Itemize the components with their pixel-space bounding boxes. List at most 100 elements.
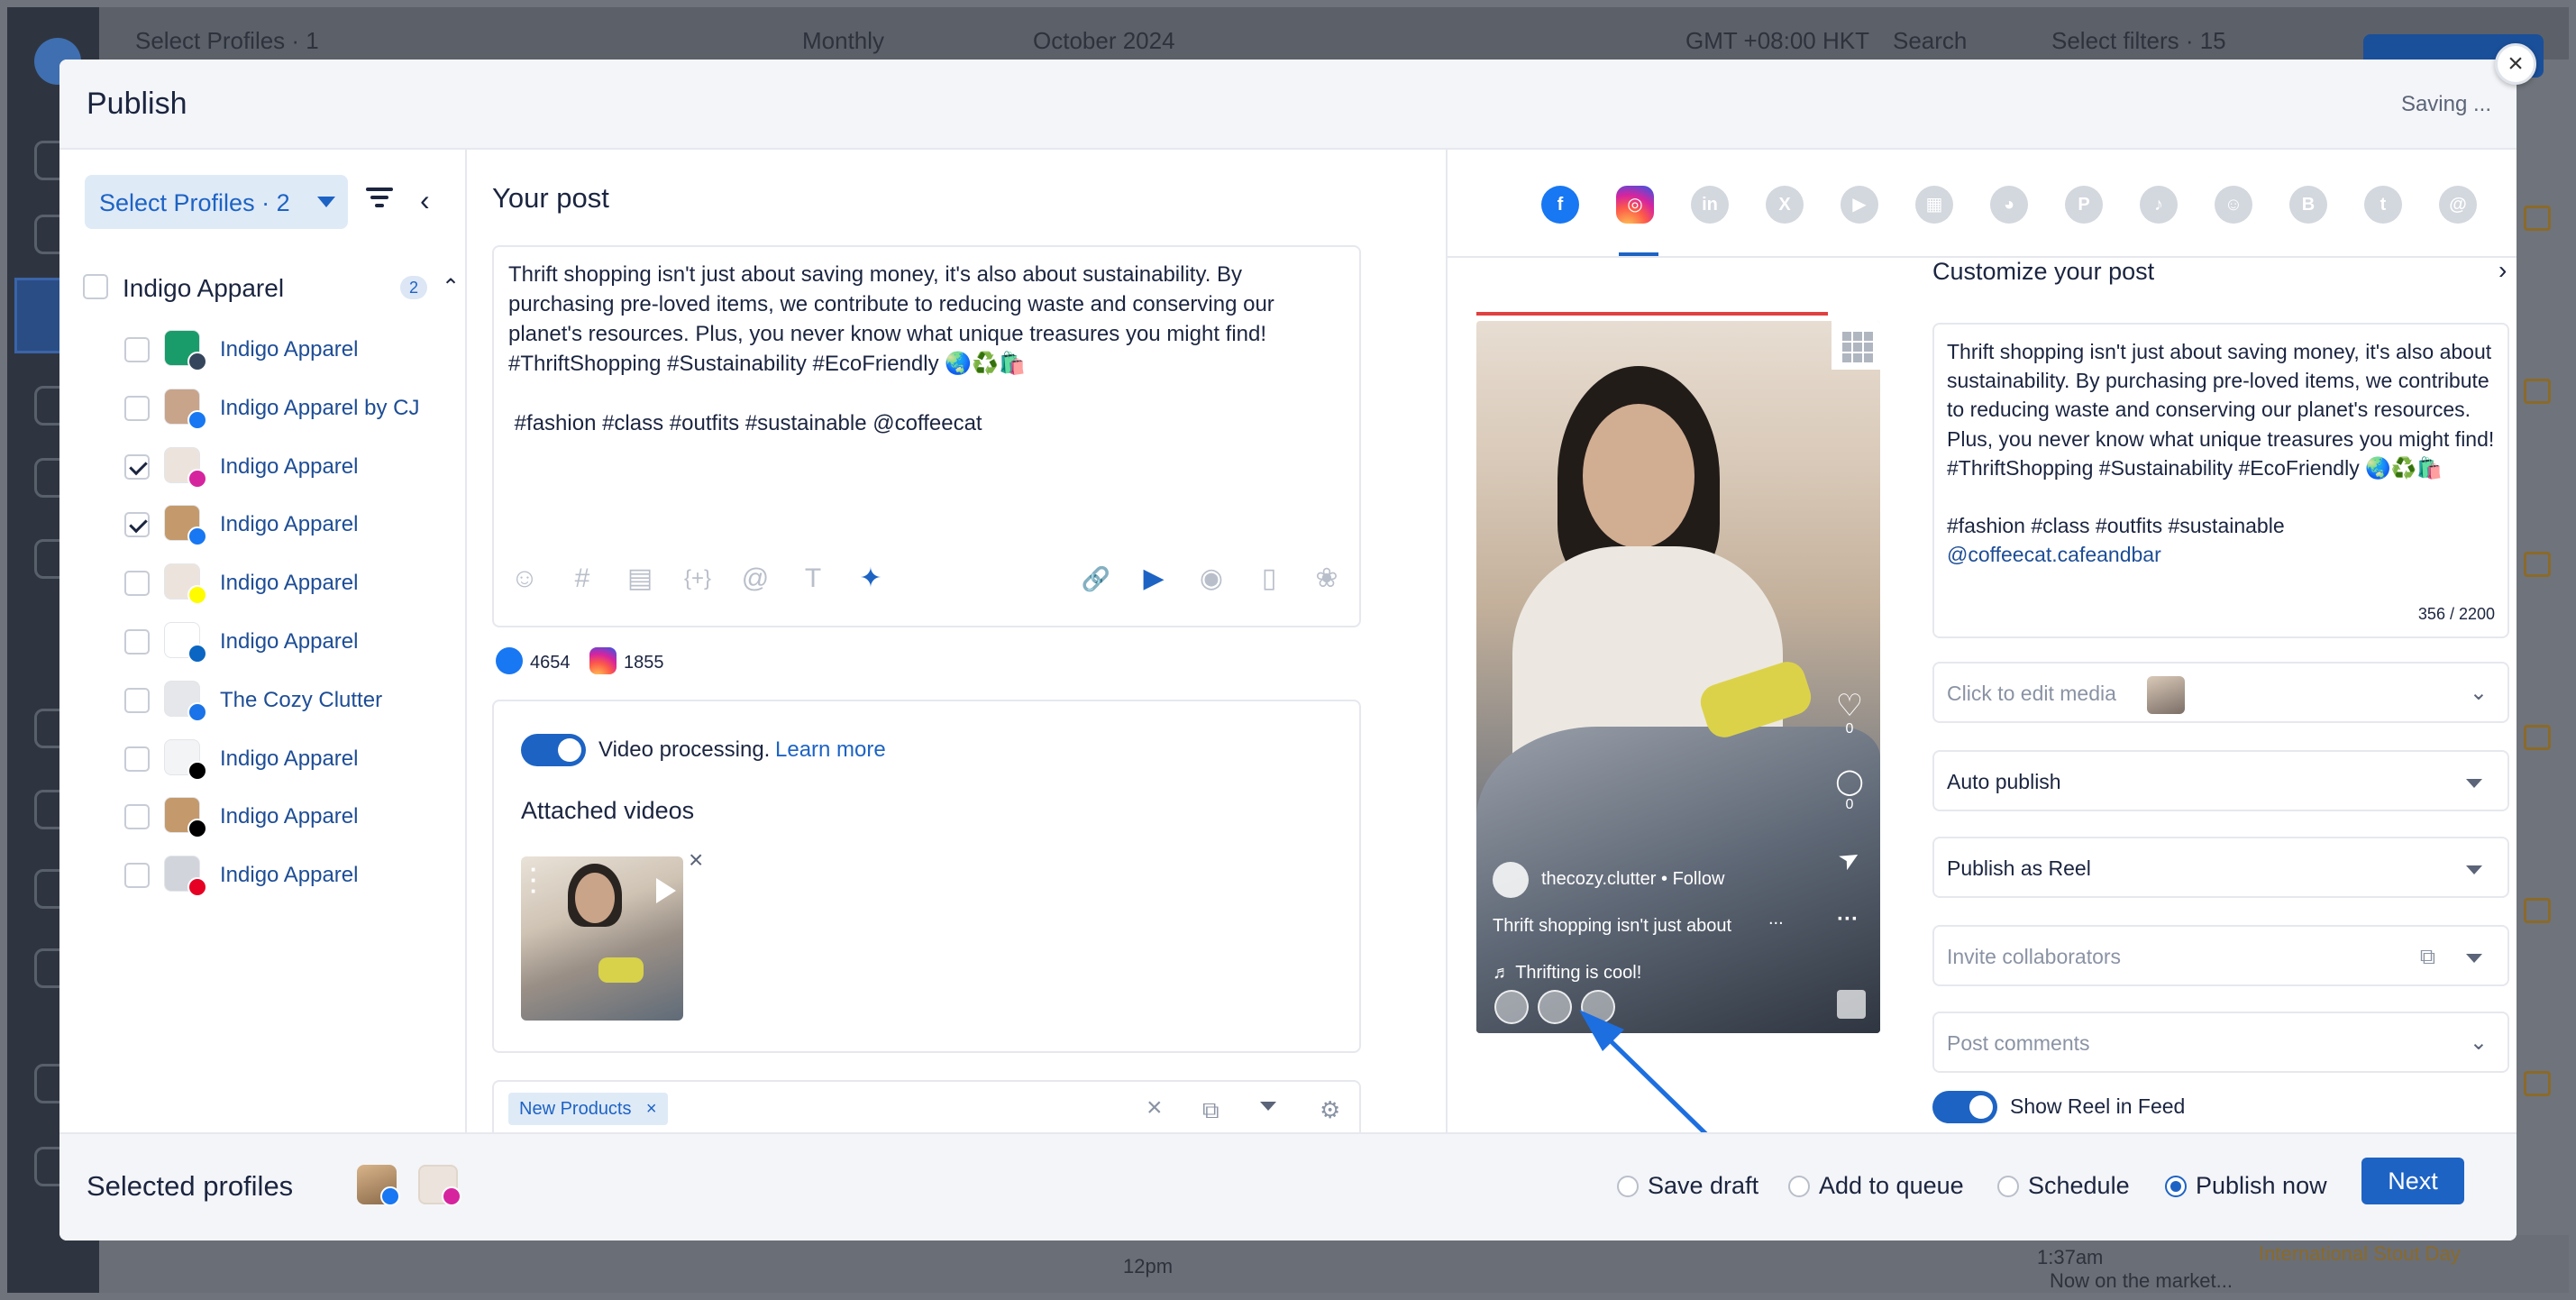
calendar-gift-column (2515, 180, 2569, 1289)
post-editor[interactable]: Thrift shopping isn't just about saving … (492, 245, 1361, 627)
radio-circle[interactable] (1788, 1176, 1810, 1197)
profile-row[interactable]: Indigo Apparel by CJ (124, 388, 467, 430)
link-icon[interactable]: 🔗 (1080, 563, 1112, 595)
profile-row[interactable]: Indigo Apparel (124, 446, 467, 489)
integrations-icon[interactable]: ❀ (1311, 563, 1343, 595)
profile-row[interactable]: Indigo Apparel (124, 622, 467, 664)
media-thumbnail (2147, 676, 2185, 714)
profile-checkbox[interactable] (124, 863, 150, 889)
pinterest-badge-icon (187, 877, 207, 898)
preview-user: thecozy.clutter • Follow (1493, 862, 1817, 898)
customize-panel: Customize your post › Thrift shopping is… (1932, 150, 2517, 1132)
linkedin-tab-icon[interactable]: in (1691, 186, 1729, 224)
remove-video-icon[interactable]: × (689, 846, 703, 874)
collapse-panel-icon[interactable]: ‹ (420, 186, 430, 215)
invite-collaborators-field[interactable]: Invite collaborators ⧉ (1932, 925, 2509, 986)
group-checkbox[interactable] (83, 274, 108, 299)
profile-checkbox[interactable] (124, 804, 150, 830)
share-action: ➤ (1832, 841, 1868, 876)
thumbnail-icon[interactable] (1837, 990, 1866, 1019)
radio-label: Save draft (1648, 1172, 1759, 1199)
play-icon[interactable] (656, 878, 676, 903)
learn-more-link[interactable]: Learn more (775, 737, 886, 763)
profile-checkbox[interactable] (124, 687, 150, 713)
radio-circle[interactable] (1997, 1176, 2019, 1197)
filter-icon[interactable] (366, 188, 393, 209)
copy-icon[interactable]: ⧉ (1202, 1096, 1219, 1125)
tumblr-badge-icon (187, 352, 207, 371)
radio-circle[interactable] (1617, 1176, 1639, 1197)
settings-icon[interactable]: ⚙ (1320, 1096, 1340, 1124)
variables-icon[interactable]: {+} (681, 563, 714, 595)
caret-down-icon[interactable] (1260, 1102, 1276, 1111)
profile-group-row[interactable]: Indigo Apparel 2 ⌃ (83, 270, 460, 307)
clear-tags-icon[interactable]: × (1146, 1093, 1163, 1123)
custom-post-text-content[interactable]: Thrift shopping isn't just about saving … (1947, 337, 2500, 570)
more-icon: ··· (1837, 907, 1859, 931)
ai-assist-icon[interactable]: ✦ (854, 563, 887, 595)
facebook-badge-icon (187, 526, 207, 547)
preview-panel: f ◎ in X ▶ ▦ ◕ P ♪ ☺ Bt @ ♡ 0 ◯ 0 ➤ thec… (1448, 150, 2517, 1176)
backdrop-post-text[interactable]: Now on the market... (2050, 1269, 2233, 1293)
profile-checkbox[interactable] (124, 571, 150, 597)
video-thumbnail[interactable]: · · · (521, 856, 683, 1021)
radio-circle[interactable] (2165, 1176, 2187, 1197)
text-format-icon[interactable]: T (797, 563, 829, 595)
custom-post-text[interactable]: Thrift shopping isn't just about saving … (1932, 323, 2509, 638)
chevron-right-icon[interactable]: › (2498, 256, 2507, 285)
x-tab-icon[interactable]: X (1766, 186, 1804, 224)
profile-row[interactable]: Indigo Apparel (124, 563, 467, 606)
backdrop-timezone[interactable]: GMT +08:00 HKT (1685, 27, 1869, 55)
preview-accent-bar (1476, 312, 1828, 316)
auto-publish-select[interactable]: Auto publish (1932, 750, 2509, 811)
post-comments-field[interactable]: Post comments ⌄ (1932, 1012, 2509, 1073)
show-reel-toggle[interactable] (1932, 1091, 1997, 1123)
profile-checkbox[interactable] (124, 629, 150, 655)
profile-checkbox[interactable] (124, 453, 150, 480)
tiktok-badge-icon (187, 819, 207, 839)
video-processing-toggle[interactable] (521, 734, 586, 766)
hashtag-icon[interactable]: # (566, 563, 598, 595)
profile-name: Indigo Apparel by CJ (220, 395, 420, 420)
grid-view-icon[interactable] (1832, 321, 1880, 370)
profile-row[interactable]: Indigo Apparel (124, 856, 467, 898)
gift-icon (2524, 1071, 2551, 1096)
profile-row[interactable]: Indigo Apparel (124, 330, 467, 371)
more-options-icon[interactable]: · · · (530, 857, 538, 902)
tag-people-icon[interactable] (1494, 990, 1529, 1024)
facebook-tab-icon[interactable]: f (1541, 186, 1579, 224)
chevron-up-icon[interactable]: ⌃ (442, 274, 460, 300)
document-icon[interactable]: ▯ (1253, 563, 1285, 595)
remove-tag-icon[interactable]: × (646, 1093, 657, 1125)
emoji-icon[interactable]: ☺ (508, 563, 541, 595)
profile-row[interactable]: The Cozy Clutter (124, 680, 467, 722)
select-profiles-dropdown[interactable]: Select Profiles · 2 (85, 175, 348, 229)
mention-icon[interactable]: @ (739, 563, 772, 595)
backdrop-view-mode[interactable]: Monthly (802, 27, 884, 55)
google-business-badge-icon (187, 701, 207, 722)
active-tab-indicator (1619, 252, 1658, 256)
backdrop-filters[interactable]: Select filters · 15 (2051, 27, 2226, 55)
video-icon[interactable]: ▶ (1137, 563, 1170, 595)
backdrop-search[interactable]: Search (1893, 27, 1967, 55)
close-modal-button[interactable]: × (2495, 43, 2536, 85)
close-icon: × (2507, 49, 2524, 78)
profile-checkbox[interactable] (124, 512, 150, 538)
next-button[interactable]: Next (2361, 1158, 2464, 1204)
profile-row[interactable]: Indigo Apparel (124, 797, 467, 839)
profile-checkbox[interactable] (124, 395, 150, 421)
profile-row[interactable]: Indigo Apparel (124, 505, 467, 547)
youtube-tab-icon[interactable]: ▶ (1841, 186, 1878, 224)
profile-row[interactable]: Indigo Apparel (124, 738, 467, 781)
copy-icon[interactable]: ⧉ (2420, 945, 2435, 970)
profile-checkbox[interactable] (124, 746, 150, 772)
backdrop-select-profiles[interactable]: Select Profiles · 1 (135, 27, 319, 55)
profile-checkbox[interactable] (124, 337, 150, 362)
snippets-icon[interactable]: ▤ (624, 563, 656, 595)
instagram-tab-icon[interactable]: ◎ (1616, 186, 1654, 224)
camera-icon[interactable]: ◉ (1195, 563, 1228, 595)
post-text[interactable]: Thrift shopping isn't just about saving … (508, 260, 1347, 438)
publish-as-select[interactable]: Publish as Reel (1932, 837, 2509, 898)
edit-media-field[interactable]: Click to edit media ⌄ (1932, 662, 2509, 723)
mention-link[interactable]: @coffeecat.cafeandbar (1947, 543, 2161, 566)
